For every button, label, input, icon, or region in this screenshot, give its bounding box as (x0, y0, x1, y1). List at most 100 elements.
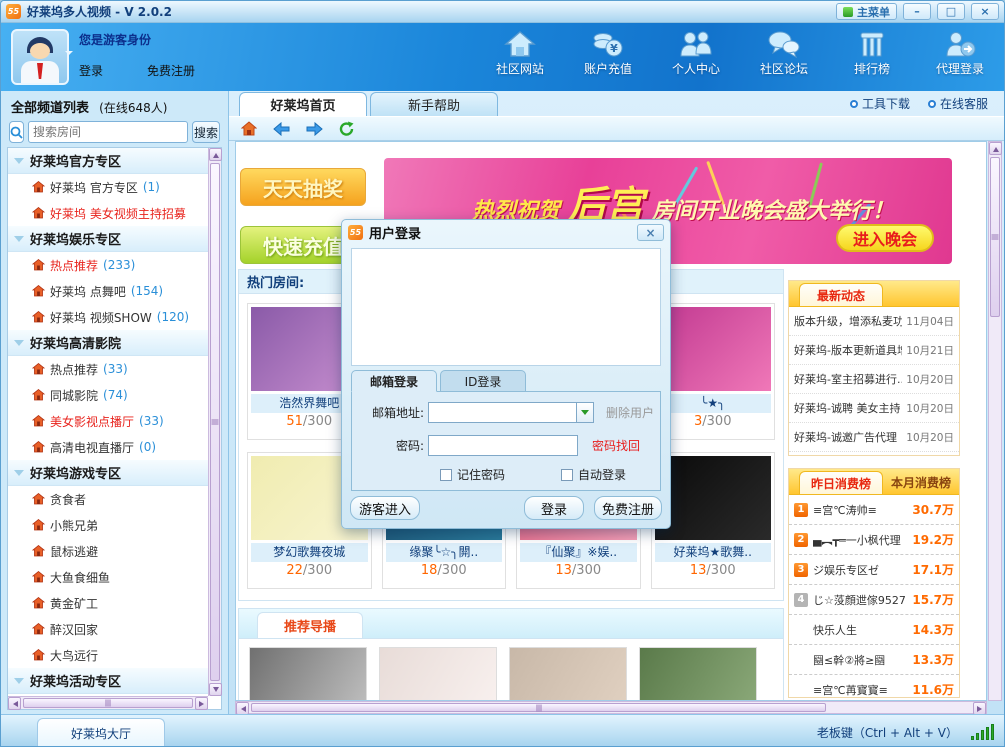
tree-group[interactable]: 好莱坞活动专区 (8, 668, 208, 694)
remember-password-checkbox[interactable]: 记住密码 (440, 466, 505, 483)
tree-item[interactable]: 好莱坞 官方专区 (1) (8, 174, 208, 200)
top-nav-item[interactable]: 代理登录 (924, 29, 996, 77)
password-recover-link[interactable]: 密码找回 (592, 437, 640, 454)
search-button[interactable]: 搜索 (192, 121, 220, 143)
news-item[interactable]: 好莱坞-室主招募进行... 10月20日 (789, 365, 959, 394)
maximize-button[interactable]: □ (937, 3, 965, 20)
tree-item[interactable]: 大鱼食细鱼 (8, 564, 208, 590)
scroll-right-button[interactable] (195, 697, 208, 710)
sidebar-vertical-scrollbar[interactable] (208, 148, 221, 696)
tree-group-label: 好莱坞活动专区 (30, 671, 121, 690)
scrollbar-thumb[interactable] (23, 698, 193, 708)
tree-item[interactable]: 好莱坞 点舞吧 (154) (8, 278, 208, 304)
browser-toolbar (229, 116, 1004, 141)
tree-item[interactable]: 同城影院 (74) (8, 382, 208, 408)
tree-item[interactable]: 黄金矿工 (8, 590, 208, 616)
login-link[interactable]: 登录 (79, 62, 103, 79)
ranking-tab-yesterday[interactable]: 昨日消费榜 (799, 471, 883, 494)
register-link[interactable]: 免费注册 (147, 62, 195, 79)
dialog-close-button[interactable]: × (637, 224, 664, 241)
delete-user-link[interactable]: 删除用户 (606, 404, 654, 421)
tree-group[interactable]: 好莱坞游戏专区 (8, 460, 208, 486)
back-icon[interactable] (273, 122, 290, 136)
circle-icon (928, 100, 936, 108)
register-button[interactable]: 免费注册 (594, 496, 662, 520)
tool-download-link[interactable]: 工具下载 (850, 95, 910, 112)
scrollbar-thumb[interactable] (251, 703, 826, 712)
tree-item[interactable]: 大鸟远行 (8, 642, 208, 668)
ranking-tab-month[interactable]: 本月消费榜 (891, 471, 951, 494)
news-item[interactable]: 版本升级，增添私麦功能 11月04日 (789, 307, 959, 336)
tree-group[interactable]: 好莱坞娱乐专区 (8, 226, 208, 252)
scrollbar-thumb[interactable] (990, 157, 1000, 317)
password-input[interactable] (428, 435, 578, 456)
ranking-row[interactable]: 3 ジ娱乐专区ゼ 17.1万 (789, 555, 959, 585)
top-nav-item[interactable]: ¥ 账户充值 (572, 29, 644, 77)
news-item[interactable]: 好莱坞-诚邀广告代理 10月20日 (789, 423, 959, 452)
scroll-up-button[interactable] (989, 142, 1002, 155)
minimize-button[interactable]: – (903, 3, 931, 20)
login-button[interactable]: 登录 (524, 496, 584, 520)
tree-item[interactable]: 热点推荐 (33) (8, 356, 208, 382)
ranking-row[interactable]: 快乐人生 14.3万 (789, 615, 959, 645)
tree-item[interactable]: 好莱坞 美女视频主持招募 (8, 200, 208, 226)
sidebar-horizontal-scrollbar[interactable] (8, 696, 208, 709)
home-nav-icon[interactable] (241, 121, 257, 136)
scroll-up-button[interactable] (209, 148, 222, 161)
broadcaster-photo[interactable] (249, 647, 367, 701)
top-nav-item[interactable]: 个人中心 (660, 29, 732, 77)
broadcaster-photo[interactable] (379, 647, 497, 701)
tree-item[interactable]: 小熊兄弟 (8, 512, 208, 538)
tree-item[interactable]: 醉汉回家 (8, 616, 208, 642)
ranking-row[interactable]: 圝≤幹②將≥圝 13.3万 (789, 645, 959, 675)
login-tabs: 邮箱登录 ID登录 (351, 370, 526, 392)
tree-group[interactable]: 好莱坞高清影院 (8, 330, 208, 356)
scroll-left-button[interactable] (8, 697, 21, 710)
tree-item[interactable]: 贪食者 (8, 486, 208, 512)
email-dropdown-button[interactable] (576, 402, 594, 423)
forward-icon[interactable] (306, 122, 323, 136)
auto-login-checkbox[interactable]: 自动登录 (561, 466, 626, 483)
ranking-row[interactable]: ≡宫℃苒寳寳≡ 11.6万 (789, 675, 959, 698)
ranking-row[interactable]: 2 ▄︻┳═一小枫代理 19.2万 (789, 525, 959, 555)
tree-group-label: 好莱坞游戏专区 (30, 463, 121, 482)
close-button[interactable]: × (971, 3, 999, 20)
search-input[interactable] (28, 121, 188, 143)
email-login-tab[interactable]: 邮箱登录 (351, 370, 437, 392)
tree-item[interactable]: 鼠标逃避 (8, 538, 208, 564)
refresh-icon[interactable] (339, 121, 355, 136)
tab-help[interactable]: 新手帮助 (370, 92, 498, 116)
avatar-dropdown-icon[interactable] (65, 51, 73, 59)
news-item[interactable]: 好莱坞-诚聘 美女主持 10月20日 (789, 394, 959, 423)
top-nav-item[interactable]: 社区网站 (484, 29, 556, 77)
tab-home[interactable]: 好莱坞首页 (239, 92, 367, 116)
scroll-down-button[interactable] (209, 683, 222, 696)
top-nav-item[interactable]: 社区论坛 (748, 29, 820, 77)
news-item[interactable]: 好莱坞-版本更新道具增加 10月21日 (789, 336, 959, 365)
broadcaster-photo[interactable] (639, 647, 757, 701)
avatar[interactable] (11, 29, 69, 85)
content-horizontal-scrollbar[interactable] (235, 701, 987, 714)
tree-group[interactable]: 好莱坞官方专区 (8, 148, 208, 174)
tree-item[interactable]: 高清电视直播厅 (0) (8, 434, 208, 460)
tree-item-count: (33) (139, 414, 164, 428)
id-login-tab[interactable]: ID登录 (440, 370, 526, 392)
tree-item[interactable]: 热点推荐 (233) (8, 252, 208, 278)
top-nav-item[interactable]: 排行榜 (836, 29, 908, 77)
main-menu-button[interactable]: 主菜单 (836, 3, 897, 20)
tree-item[interactable]: 好莱坞 视频SHOW (120) (8, 304, 208, 330)
online-service-link[interactable]: 在线客服 (928, 95, 988, 112)
hall-tab[interactable]: 好莱坞大厅 (37, 718, 165, 747)
broadcaster-photo[interactable] (509, 647, 627, 701)
content-vertical-scrollbar[interactable] (988, 141, 1002, 701)
circle-icon (850, 100, 858, 108)
email-input[interactable] (428, 402, 576, 423)
ranking-row[interactable]: 1 ≡宫℃涛帅≡ 30.7万 (789, 495, 959, 525)
ranking-row[interactable]: 4 じ☆莈顔迣傢9527 15.7万 (789, 585, 959, 615)
tree-item[interactable]: 美女影视点播厅 (33) (8, 408, 208, 434)
enter-party-button[interactable]: 进入晚会 (836, 224, 934, 252)
scrollbar-thumb[interactable] (210, 163, 220, 681)
guest-enter-button[interactable]: 游客进入 (350, 496, 420, 520)
daily-lottery-button[interactable]: 天天抽奖 (240, 168, 366, 206)
recommend-tab[interactable]: 推荐导播 (257, 612, 363, 638)
